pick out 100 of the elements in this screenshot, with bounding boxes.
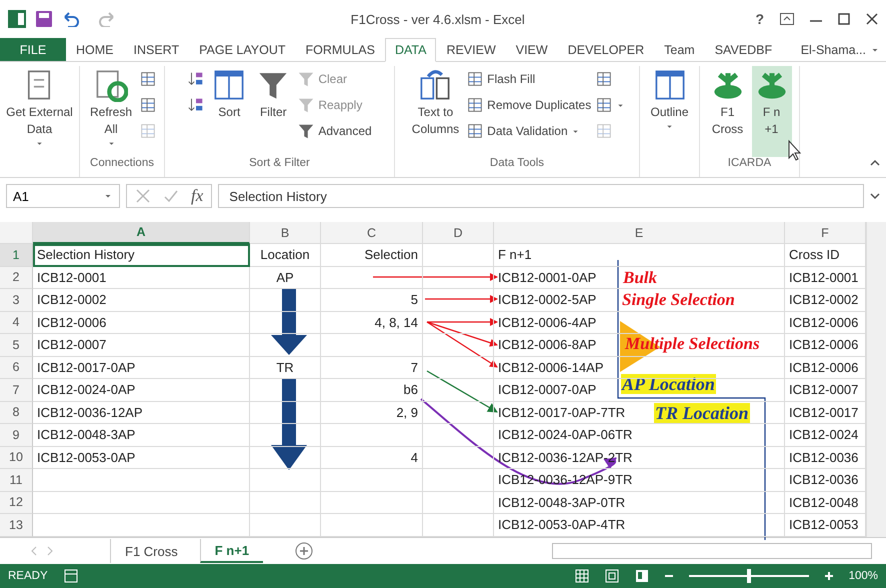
column-header[interactable]: D: [423, 222, 494, 244]
row-header[interactable]: 9: [0, 424, 33, 446]
table-cell: ICB12-0002: [33, 289, 250, 312]
row-header[interactable]: 13: [0, 514, 33, 536]
ribbon-tab[interactable]: DATA: [384, 38, 436, 62]
zoom-level[interactable]: 100%: [848, 570, 878, 582]
add-sheet-icon[interactable]: [295, 542, 314, 560]
macro-record-icon[interactable]: [64, 569, 78, 583]
table-icon: [595, 122, 614, 140]
ribbon-button[interactable]: Refresh All: [86, 66, 136, 157]
table-cell: ICB12-0053: [785, 514, 866, 536]
column-header[interactable]: F: [785, 222, 866, 244]
maximize-icon[interactable]: [838, 13, 850, 25]
status-text: READY: [8, 570, 48, 582]
window-title: F1Cross - ver 4.6.xlsm - Excel: [350, 12, 526, 26]
horizontal-scrollbar[interactable]: [552, 543, 872, 559]
sort-icon: [187, 70, 206, 88]
insert-function-button[interactable]: fx: [191, 186, 204, 206]
funnel-icon: [297, 96, 316, 114]
row-header[interactable]: 6: [0, 356, 33, 379]
row-header[interactable]: 5: [0, 334, 33, 356]
table-cell: [423, 492, 494, 514]
table-cell: 4, 8, 14: [321, 312, 423, 334]
normal-view-icon[interactable]: [574, 569, 589, 583]
table-cell: ICB12-0024-0AP-06TR: [494, 424, 785, 446]
table-cell: ICB12-0001: [33, 266, 250, 289]
table-cell: ICB12-0017-0AP: [33, 356, 250, 379]
ribbon-display-icon[interactable]: [780, 13, 794, 25]
save-icon[interactable]: [36, 11, 52, 27]
annotation-text: Bulk: [622, 268, 658, 288]
table-cell: ICB12-0001: [785, 266, 866, 289]
table-icon: [466, 122, 484, 140]
row-header[interactable]: 7: [0, 379, 33, 402]
ribbon-button[interactable]: Data Validation: [466, 120, 592, 142]
vertical-scrollbar[interactable]: [866, 222, 886, 536]
ribbon-button[interactable]: Filter: [253, 66, 294, 157]
ribbon-button[interactable]: Advanced: [297, 120, 372, 142]
column-header[interactable]: A: [33, 222, 250, 244]
row-header[interactable]: 11: [0, 469, 33, 492]
down-arrow: [271, 288, 307, 355]
table-cell: ICB12-0006: [785, 334, 866, 356]
table-cell: ICB12-0053-0AP: [33, 446, 250, 469]
table-cell: ICB12-0036: [785, 469, 866, 492]
page-break-icon[interactable]: [634, 569, 649, 583]
grid-icon: [652, 68, 686, 102]
table-cell: ICB12-0006: [33, 312, 250, 334]
expand-icon[interactable]: [870, 192, 880, 200]
column-header[interactable]: B: [250, 222, 321, 244]
table-cell: Location: [250, 244, 321, 266]
column-header[interactable]: E: [494, 222, 785, 244]
close-icon[interactable]: [866, 13, 878, 25]
row-header[interactable]: 12: [0, 492, 33, 514]
name-box[interactable]: A1: [6, 184, 120, 208]
collapse-ribbon-icon[interactable]: [870, 159, 880, 167]
table-cell: ICB12-0048-3AP: [33, 424, 250, 446]
row-header[interactable]: 1: [0, 244, 33, 266]
table-cell: [250, 469, 321, 492]
table-cell: ICB12-0036-12AP: [33, 402, 250, 424]
formula-field[interactable]: Selection History: [218, 184, 864, 208]
zoom-out-icon[interactable]: [664, 572, 673, 580]
ribbon-button[interactable]: Sort: [209, 66, 250, 157]
ribbon-button[interactable]: Text to Columns: [408, 66, 462, 157]
table-cell: 2, 9: [321, 402, 423, 424]
ribbon-tab[interactable]: FILE: [0, 38, 66, 61]
table-cell: ICB12-0007: [33, 334, 250, 356]
table-icon: [595, 96, 614, 114]
ribbon-button[interactable]: F n +1: [752, 66, 792, 157]
table-cell: [423, 356, 494, 379]
table-cell: F n+1: [494, 244, 785, 266]
table-cell: ICB12-0048: [785, 492, 866, 514]
ribbon-button[interactable]: Flash Fill: [466, 68, 592, 90]
page-layout-icon[interactable]: [604, 569, 619, 583]
row-header[interactable]: 3: [0, 289, 33, 312]
arrow: [426, 370, 498, 413]
table-cell: ICB12-0036: [785, 446, 866, 469]
slider-thumb[interactable]: [746, 569, 751, 583]
table-icon: [139, 122, 158, 140]
row-header[interactable]: 2: [0, 266, 33, 289]
table-cell: [423, 424, 494, 446]
row-header[interactable]: 10: [0, 446, 33, 469]
group-label: ICARDA: [728, 157, 772, 171]
column-header[interactable]: C: [321, 222, 423, 244]
ribbon-button[interactable]: Remove Duplicates: [466, 94, 592, 116]
account-menu[interactable]: El-Shama...: [800, 38, 886, 61]
ribbon-button[interactable]: Outline: [647, 66, 692, 157]
sheet-tab[interactable]: F n+1: [200, 539, 264, 563]
help-button[interactable]: ?: [755, 11, 764, 27]
table-cell: ICB12-0006: [785, 356, 866, 379]
row-header[interactable]: 4: [0, 312, 33, 334]
table-cell: 4: [321, 446, 423, 469]
table-cell: [423, 312, 494, 334]
ribbon-button[interactable]: Get External Data: [3, 66, 76, 157]
check-icon[interactable]: [163, 188, 179, 204]
table-icon: [139, 96, 158, 114]
row-header[interactable]: 8: [0, 402, 33, 424]
zoom-in-icon[interactable]: [824, 572, 833, 580]
ribbon-button[interactable]: F1 Cross: [708, 66, 748, 157]
table-icon: [595, 70, 614, 88]
table-cell: b6: [321, 379, 423, 402]
table-cell: [250, 492, 321, 514]
